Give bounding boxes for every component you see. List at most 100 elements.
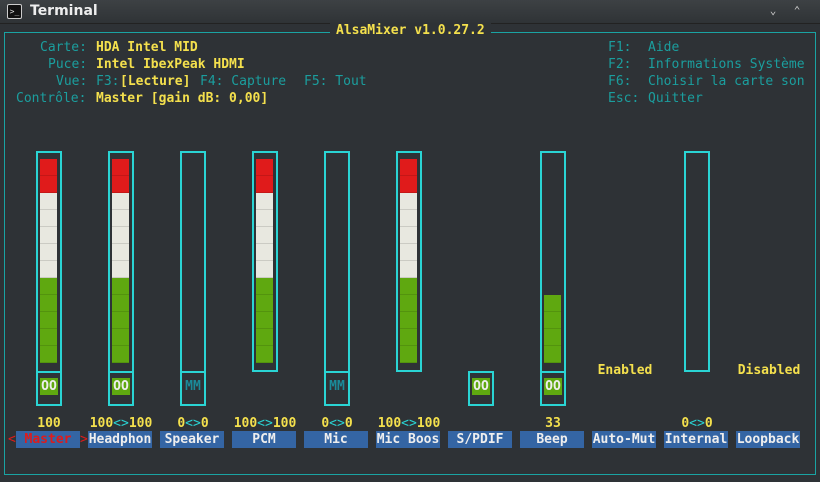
terminal-icon: >_: [7, 4, 22, 19]
volume-level-segment: [256, 227, 273, 244]
divider: [108, 371, 134, 373]
view-f3[interactable]: F3:: [96, 73, 119, 90]
value-separator: <>: [185, 416, 201, 431]
help-text: Informations Système: [648, 57, 805, 72]
volume-bar[interactable]: [540, 151, 566, 406]
divider: [180, 371, 206, 373]
volume-level-segment: [40, 227, 57, 244]
control-label[interactable]: Auto-Mut: [592, 431, 656, 448]
value-separator: <>: [329, 416, 345, 431]
view-current[interactable]: [Lecture]: [120, 73, 190, 90]
help-text: Quitter: [648, 91, 703, 106]
unmuted-indicator[interactable]: OO: [472, 378, 490, 395]
help-text: Choisir la carte son: [648, 74, 805, 89]
divider: [36, 371, 62, 373]
value-right: 100: [128, 416, 153, 431]
unmuted-indicator[interactable]: OO: [40, 378, 58, 395]
volume-level-segment: [112, 176, 129, 193]
volume-level-segment: [256, 312, 273, 329]
chip-label: Puce:: [48, 57, 88, 72]
switch-state[interactable]: Enabled: [589, 363, 661, 378]
volume-level-segment: [400, 244, 417, 261]
volume-level-segment: [400, 159, 417, 176]
switch-state[interactable]: Disabled: [733, 363, 805, 378]
control-label[interactable]: Speaker: [160, 431, 224, 448]
control-label: Contrôle:: [16, 91, 87, 106]
view-f4[interactable]: F4: Capture: [200, 73, 286, 90]
volume-level-segment: [112, 329, 129, 346]
card-value: HDA Intel MID: [96, 40, 198, 55]
value-separator: <>: [257, 416, 273, 431]
volume-level-segment: [400, 227, 417, 244]
volume-level-segment: [400, 210, 417, 227]
control-label[interactable]: Headphon: [88, 431, 152, 448]
volume-value: 100<>100: [369, 415, 449, 432]
help-key: F2:: [608, 57, 632, 72]
volume-level-segment: [256, 261, 273, 278]
volume-level-segment: [40, 312, 57, 329]
control-label[interactable]: Internal: [664, 431, 728, 448]
volume-level-segment: [40, 244, 57, 261]
value-left: 0: [321, 416, 330, 431]
value-separator: <>: [113, 416, 129, 431]
divider: [324, 371, 350, 373]
unmuted-indicator[interactable]: OO: [112, 378, 130, 395]
volume-level-segment: [40, 295, 57, 312]
volume-level-segment: [256, 244, 273, 261]
volume-level-segment: [400, 193, 417, 210]
volume-level-segment: [400, 295, 417, 312]
control-label[interactable]: Mic Boos: [376, 431, 440, 448]
volume-level-segment: [400, 278, 417, 295]
maximize-button[interactable]: ⌃: [788, 3, 806, 19]
volume-bar[interactable]: [684, 151, 710, 372]
control-label[interactable]: PCM: [232, 431, 296, 448]
control-label[interactable]: Beep: [520, 431, 584, 448]
volume-level-segment: [40, 278, 57, 295]
selection-marker-right: >: [80, 432, 88, 447]
volume-level-segment: [112, 210, 129, 227]
selection-marker-left: <: [8, 432, 16, 447]
value-right: 0: [200, 416, 209, 431]
volume-value: 0<>0: [297, 415, 377, 432]
value-left: 0: [177, 416, 186, 431]
volume-level-segment: [400, 312, 417, 329]
volume-level-segment: [40, 261, 57, 278]
volume-bar[interactable]: [324, 151, 350, 406]
volume-level-segment: [400, 176, 417, 193]
muted-indicator[interactable]: MM: [184, 378, 202, 395]
view-f5[interactable]: F5: Tout: [304, 73, 367, 90]
control-label[interactable]: Mic: [304, 431, 368, 448]
control-label[interactable]: S/PDIF: [448, 431, 512, 448]
control-label[interactable]: Loopback: [736, 431, 800, 448]
view-label: Vue:: [56, 74, 88, 89]
app-title: AlsaMixer v1.0.27.2: [330, 23, 491, 38]
volume-level-segment: [544, 295, 561, 312]
value-right: 0: [704, 416, 713, 431]
volume-level-segment: [256, 193, 273, 210]
volume-level-segment: [256, 278, 273, 295]
unmuted-indicator[interactable]: OO: [544, 378, 562, 395]
volume-level-segment: [112, 261, 129, 278]
volume-level-segment: [256, 210, 273, 227]
volume-level-segment: [544, 312, 561, 329]
volume-level-segment: [112, 159, 129, 176]
control-label[interactable]: Master: [16, 431, 80, 448]
muted-indicator[interactable]: MM: [328, 378, 346, 395]
value-right: 100: [272, 416, 297, 431]
minimize-button[interactable]: ⌄: [764, 3, 782, 19]
window-title: Terminal: [30, 3, 98, 19]
volume-level-segment: [400, 329, 417, 346]
help-key: Esc:: [608, 91, 640, 106]
value-left: 0: [681, 416, 690, 431]
volume-level-segment: [544, 346, 561, 363]
volume-level-segment: [112, 346, 129, 363]
card-label: Carte:: [40, 40, 87, 55]
volume-level-segment: [40, 159, 57, 176]
volume-level-segment: [256, 346, 273, 363]
volume-level-segment: [400, 261, 417, 278]
volume-value: 100<>100: [81, 415, 161, 432]
volume-level-segment: [40, 346, 57, 363]
help-text: Aide: [648, 40, 680, 55]
volume-bar[interactable]: [180, 151, 206, 406]
chip-value: Intel IbexPeak HDMI: [96, 57, 245, 72]
